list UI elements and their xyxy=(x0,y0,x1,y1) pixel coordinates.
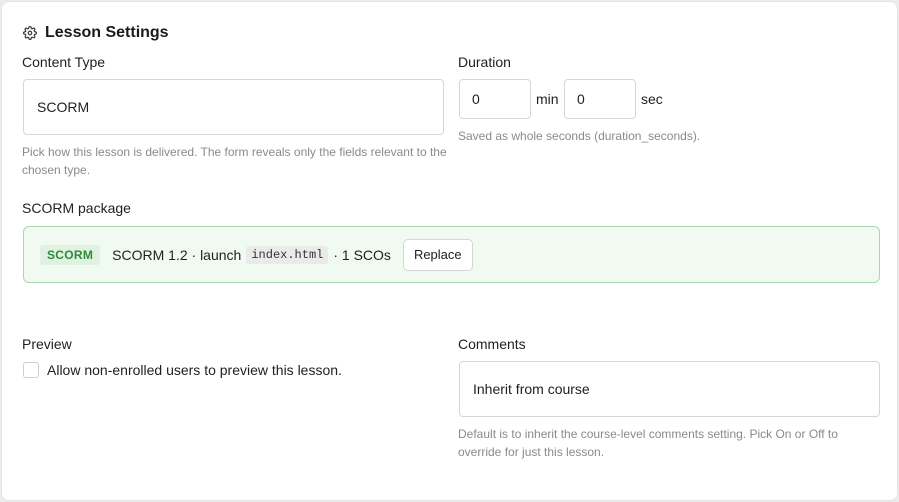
page-title: Lesson Settings xyxy=(45,24,169,41)
preview-checkbox[interactable] xyxy=(23,362,39,378)
gear-icon xyxy=(23,26,37,40)
scorm-badge: SCORM xyxy=(40,244,101,265)
scorm-package-label: SCORM package xyxy=(22,200,131,216)
replace-button[interactable]: Replace xyxy=(402,238,473,271)
card-header: Lesson Settings xyxy=(23,22,169,44)
scorm-package-info: SCORM 1.2 · launch index.html · 1 SCOs xyxy=(112,245,391,264)
preview-checkbox-row[interactable]: Allow non-enrolled users to preview this… xyxy=(23,362,342,378)
duration-help: Saved as whole seconds (duration_seconds… xyxy=(458,129,701,143)
preview-checkbox-label[interactable]: Allow non-enrolled users to preview this… xyxy=(47,362,342,378)
lesson-settings-card: Lesson Settings Content Type SCORM Pick … xyxy=(1,1,898,501)
scorm-package-panel: SCORM SCORM 1.2 · launch index.html · 1 … xyxy=(23,226,880,283)
minutes-unit: min xyxy=(536,91,559,107)
content-type-label: Content Type xyxy=(22,54,106,70)
content-type-help: Pick how this lesson is delivered. The f… xyxy=(22,145,447,177)
seconds-unit: sec xyxy=(641,91,663,107)
duration-seconds-input[interactable]: 0 xyxy=(564,79,636,119)
comments-value: Inherit from course xyxy=(473,381,590,397)
comments-select[interactable]: Inherit from course xyxy=(459,361,880,417)
duration-seconds-value: 0 xyxy=(577,91,585,107)
launch-file-code: index.html xyxy=(246,245,329,264)
preview-label: Preview xyxy=(22,336,72,352)
scorm-version-text: SCORM 1.2 · launch xyxy=(112,246,242,263)
comments-help: Default is to inherit the course-level c… xyxy=(458,427,838,459)
duration-minutes-value: 0 xyxy=(472,91,480,107)
duration-label: Duration xyxy=(458,54,511,70)
sco-count-text: · 1 SCOs xyxy=(333,246,391,263)
comments-label: Comments xyxy=(458,336,526,352)
content-type-select[interactable]: SCORM xyxy=(23,79,444,135)
duration-minutes-input[interactable]: 0 xyxy=(459,79,531,119)
content-type-value: SCORM xyxy=(37,99,90,115)
